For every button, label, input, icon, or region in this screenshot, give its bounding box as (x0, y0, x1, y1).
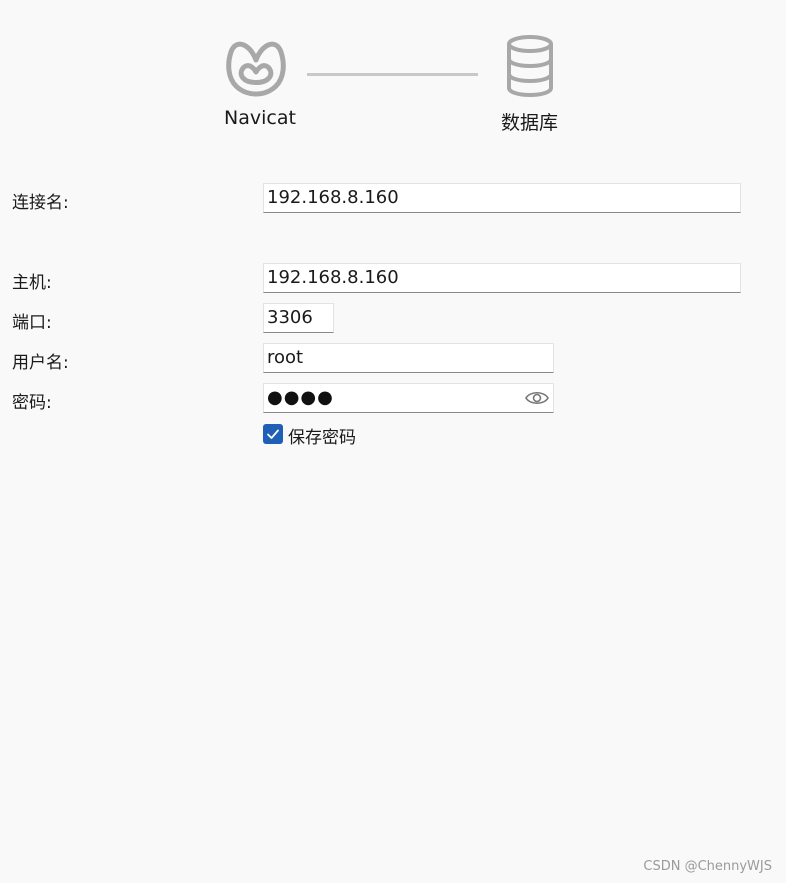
host-label: 主机: (12, 273, 52, 293)
username-input[interactable]: root (263, 343, 554, 373)
port-input[interactable]: 3306 (263, 303, 334, 333)
navicat-logo-icon (226, 41, 286, 97)
connection-name-label: 连接名: (12, 193, 69, 213)
host-input[interactable]: 192.168.8.160 (263, 263, 741, 293)
eye-icon[interactable] (525, 388, 549, 408)
database-icon (507, 35, 553, 98)
save-password-label[interactable]: 保存密码 (288, 423, 356, 448)
save-password-checkbox[interactable] (263, 424, 283, 444)
connection-dialog: Navicat 数据库 连接名: 192.168.8.160 主机: 192.1… (0, 0, 786, 883)
username-label: 用户名: (12, 353, 69, 373)
connection-name-input[interactable]: 192.168.8.160 (263, 183, 741, 213)
password-label: 密码: (12, 393, 52, 413)
watermark: CSDN @ChennyWJS (643, 859, 772, 874)
database-label: 数据库 (501, 112, 559, 134)
checkmark-icon (267, 429, 279, 439)
connection-line (307, 73, 478, 76)
port-label: 端口: (12, 313, 52, 333)
password-masked-value: ●●●● (267, 387, 334, 408)
password-input[interactable]: ●●●● (263, 383, 554, 413)
navicat-label: Navicat (224, 107, 296, 129)
